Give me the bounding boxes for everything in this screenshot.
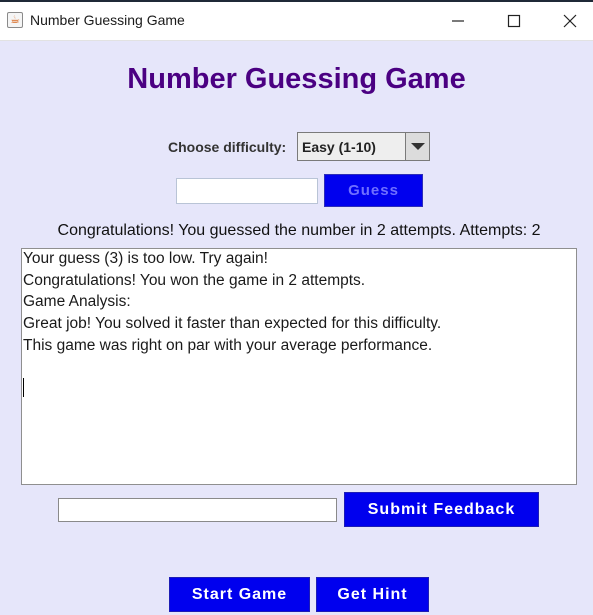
difficulty-label: Choose difficulty: (168, 139, 287, 155)
difficulty-selected-value: Easy (1-10) (302, 139, 376, 155)
maximize-icon (507, 14, 521, 28)
guess-button[interactable]: Guess (324, 174, 423, 207)
dropdown-arrow-button[interactable] (405, 133, 429, 160)
log-line: Game Analysis: (23, 293, 131, 310)
start-game-button[interactable]: Start Game (169, 577, 310, 612)
chevron-down-icon (411, 143, 425, 150)
difficulty-dropdown[interactable]: Easy (1-10) (297, 132, 430, 161)
window-title: Number Guessing Game (30, 12, 185, 28)
text-caret (23, 378, 24, 397)
close-button[interactable] (547, 2, 593, 40)
feedback-input[interactable] (58, 498, 337, 522)
java-cup-icon: ☕ (7, 12, 23, 28)
log-line: This game was right on par with your ave… (23, 337, 433, 354)
title-bar[interactable]: ☕ Number Guessing Game (0, 2, 593, 41)
game-log-textarea[interactable]: Your guess (3) is too low. Try again! Co… (21, 248, 577, 485)
get-hint-button[interactable]: Get Hint (316, 577, 429, 612)
maximize-button[interactable] (491, 2, 537, 40)
close-icon (563, 14, 577, 28)
submit-feedback-button[interactable]: Submit Feedback (344, 492, 539, 527)
status-message: Congratulations! You guessed the number … (57, 222, 541, 239)
minimize-button[interactable] (435, 2, 481, 40)
log-line: Congratulations! You won the game in 2 a… (23, 272, 366, 289)
main-panel: Number Guessing Game Choose difficulty: … (0, 41, 593, 615)
minimize-icon (452, 20, 464, 22)
log-line: Great job! You solved it faster than exp… (23, 315, 442, 332)
page-title: Number Guessing Game (127, 63, 466, 95)
log-line: Your guess (3) is too low. Try again! (23, 250, 268, 267)
guess-input[interactable] (176, 178, 318, 204)
